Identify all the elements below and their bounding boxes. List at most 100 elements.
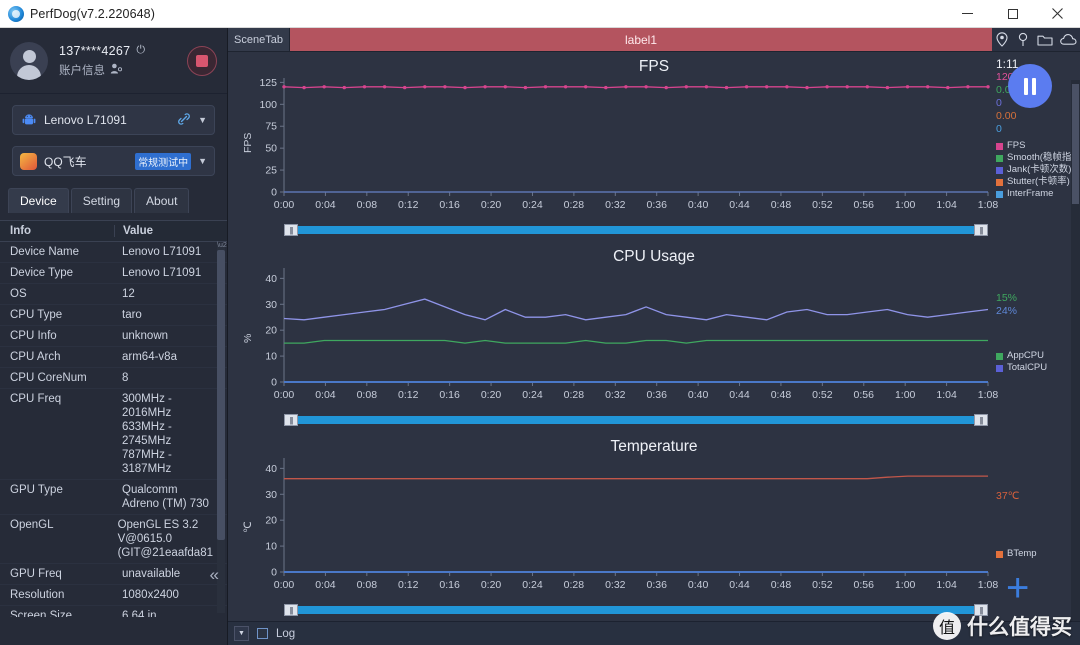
slider-handle-left[interactable]: ||| [284,414,298,426]
svg-text:0:56: 0:56 [854,199,875,211]
svg-text:0:52: 0:52 [812,389,833,401]
svg-text:10: 10 [265,351,277,363]
collapse-sidebar-icon[interactable]: « [210,565,219,585]
sidebar-scrollbar[interactable]: \u25b2 [217,242,227,613]
table-cell-value: 6.64 in [122,610,157,617]
svg-text:0:12: 0:12 [398,579,419,591]
table-row: CPU Arch arm64-v8a [0,347,227,368]
svg-text:20: 20 [265,325,277,337]
app-selector-label: QQ飞车 [44,154,87,169]
legend-item[interactable]: Smooth(稳帧指数) [996,152,1080,164]
power-icon[interactable]: ⏻ [136,44,145,57]
avatar[interactable] [10,41,48,80]
slider-track[interactable] [284,416,988,424]
user-icon[interactable] [110,63,123,77]
watermark: 值 什么值得买 [933,611,1072,641]
legend-item[interactable]: Stutter(卡顿率) [996,176,1080,188]
series-line [284,475,988,480]
svg-text:0:20: 0:20 [481,389,502,401]
legend-item[interactable]: BTemp [996,548,1080,560]
close-button[interactable] [1035,0,1080,28]
account-info-label[interactable]: 账户信息 [59,62,105,78]
location-marker-icon[interactable] [995,32,1009,47]
time-range-slider[interactable]: ||| ||| [284,604,988,616]
svg-text:0:24: 0:24 [522,579,543,591]
tab-setting[interactable]: Setting [70,188,133,213]
slider-handle-right[interactable]: ||| [974,414,988,426]
legend-item[interactable]: InterFrame [996,188,1080,200]
table-cell-value: unknown [122,330,169,342]
chart-legend: AppCPU TotalCPU [996,350,1080,374]
app-selector[interactable]: QQ飞车 常规测试中 ▼ [12,146,215,176]
table-row: CPU CoreNum 8 [0,368,227,389]
chart-readout-totalcpu: 24% [996,305,1018,317]
slider-handle-left[interactable]: ||| [284,604,298,616]
chart-readouts: 37℃ [996,490,1080,503]
legend-swatch-icon [996,178,1003,186]
legend-item[interactable]: FPS [996,140,1080,152]
marker-pin-icon[interactable] [1016,32,1030,47]
table-cell-value: 12 [122,288,135,300]
svg-text:0:28: 0:28 [564,199,585,211]
main-scrollbar[interactable] [1071,80,1080,621]
scene-tab[interactable]: SceneTab [228,28,290,51]
time-range-slider[interactable]: ||| ||| [284,414,988,426]
window-controls [945,0,1080,28]
table-row: Resolution 1080x2400 [0,585,227,606]
svg-text:0:00: 0:00 [274,199,295,211]
device-selector[interactable]: Lenovo L71091 ▼ [12,105,215,135]
chart-y-axis-label: ℃ [242,521,254,533]
tab-about[interactable]: About [134,188,190,213]
chart-readout-btemp: 37℃ [996,490,1020,502]
svg-text:40: 40 [265,273,277,285]
svg-text:0:44: 0:44 [729,199,750,211]
pause-button[interactable] [1008,64,1052,108]
bottom-bar: ▼ Log 值 什么值得买 [228,612,1080,645]
log-checkbox[interactable] [257,628,268,639]
svg-text:0:04: 0:04 [315,389,336,401]
log-label: Log [276,627,296,640]
slider-track[interactable] [284,606,988,614]
svg-text:0:52: 0:52 [812,199,833,211]
svg-text:30: 30 [265,489,277,501]
main-area: SceneTab label1 FPS 0 25 50 75 100 125 0… [228,28,1080,645]
minimize-button[interactable] [945,0,990,28]
game-app-icon [20,152,37,170]
chevron-down-icon[interactable]: ▼ [198,115,207,125]
legend-label: TotalCPU [1007,362,1048,373]
svg-text:0:40: 0:40 [688,199,709,211]
slider-track[interactable] [284,226,988,234]
table-cell-key: CPU Freq [10,393,62,405]
svg-text:0:04: 0:04 [315,199,336,211]
chevron-down-icon[interactable]: ▼ [198,156,207,166]
legend-item[interactable]: TotalCPU [996,362,1080,374]
add-chart-button[interactable]: + [1006,568,1029,608]
usb-link-icon[interactable] [177,112,191,129]
slider-handle-right[interactable]: ||| [974,224,988,236]
svg-text:0:36: 0:36 [646,199,667,211]
svg-text:0:00: 0:00 [274,579,295,591]
sidebar-scrollbar-thumb[interactable]: \u25b2 [217,242,227,540]
folder-icon[interactable] [1037,33,1053,47]
legend-swatch-icon [996,364,1003,372]
scroll-up-icon[interactable]: \u25b2 [217,242,227,250]
svg-text:1:00: 1:00 [895,389,916,401]
legend-item[interactable]: AppCPU [996,350,1080,362]
cloud-icon[interactable] [1059,33,1077,46]
svg-text:0:20: 0:20 [481,579,502,591]
table-cell-value: Lenovo L71091 [122,267,202,279]
dropdown-toggle-button[interactable]: ▼ [234,626,249,641]
stop-record-button[interactable] [187,45,217,76]
maximize-button[interactable] [990,0,1035,28]
label-bar[interactable]: label1 [290,28,992,51]
tab-device[interactable]: Device [8,188,69,213]
slider-handle-left[interactable]: ||| [284,224,298,236]
table-header-row: Info Value [0,220,227,242]
svg-text:40: 40 [265,463,277,475]
legend-swatch-icon [996,166,1003,174]
table-row: GPU Type Qualcomm Adreno (TM) 730 [0,480,227,515]
time-range-slider[interactable]: ||| ||| [284,224,988,236]
table-cell-value: 8 [122,372,129,384]
main-scrollbar-thumb[interactable] [1072,84,1079,204]
legend-item[interactable]: Jank(卡顿次数) [996,164,1080,176]
